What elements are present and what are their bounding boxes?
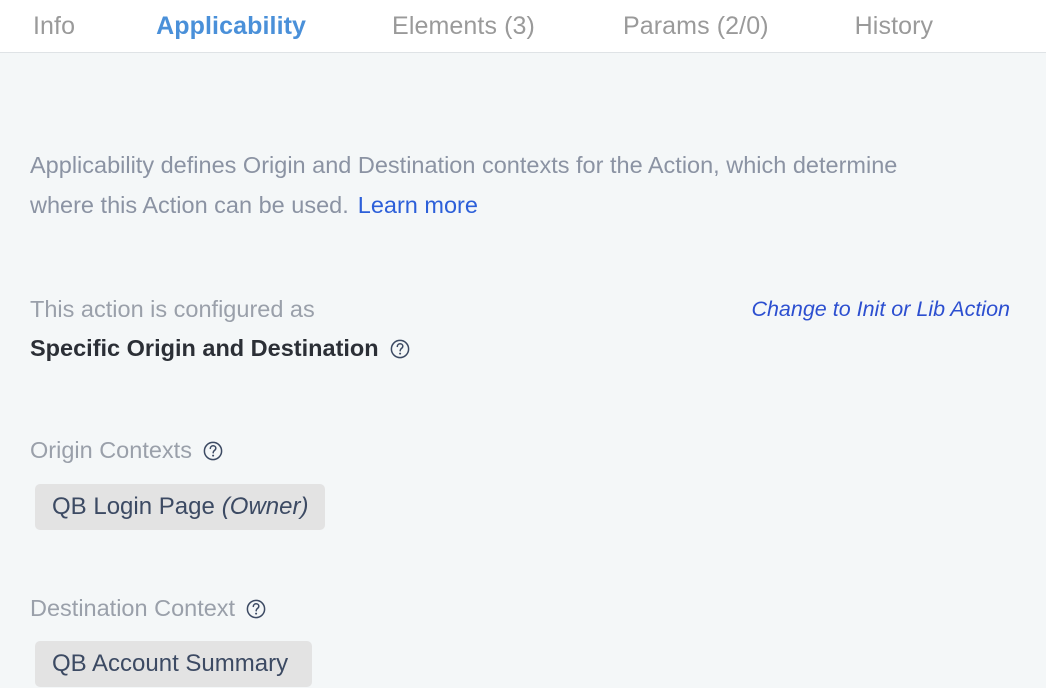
tab-history[interactable]: History [855, 14, 933, 39]
origin-contexts-header: Origin Contexts [30, 439, 223, 463]
tab-elements[interactable]: Elements (3) [392, 14, 535, 39]
origin-context-chip-qualifier: (Owner) [222, 493, 309, 521]
destination-context-chip[interactable]: QB Account Summary [35, 641, 312, 687]
configured-as-label: This action is configured as [30, 298, 315, 322]
help-circle-icon[interactable] [246, 599, 266, 619]
change-to-init-or-lib-action-link[interactable]: Change to Init or Lib Action [751, 299, 1010, 321]
configured-as-row: Specific Origin and Destination [30, 337, 410, 361]
origin-context-chip[interactable]: QB Login Page(Owner) [35, 484, 325, 530]
tab-info[interactable]: Info [33, 14, 75, 39]
help-circle-icon[interactable] [203, 441, 223, 461]
destination-context-chip-name: QB Account Summary [52, 650, 288, 678]
help-circle-icon[interactable] [390, 339, 410, 359]
origin-contexts-label: Origin Contexts [30, 439, 192, 463]
tab-params[interactable]: Params (2/0) [623, 14, 769, 39]
applicability-panel: Applicability defines Origin and Destina… [0, 53, 1046, 688]
configured-as-value: Specific Origin and Destination [30, 337, 379, 361]
tab-bar: Info Applicability Elements (3) Params (… [0, 0, 1046, 53]
tab-applicability[interactable]: Applicability [156, 14, 306, 39]
destination-context-header: Destination Context [30, 597, 266, 621]
destination-context-label: Destination Context [30, 597, 235, 621]
learn-more-link[interactable]: Learn more [358, 192, 478, 218]
applicability-description: Applicability defines Origin and Destina… [30, 145, 950, 225]
origin-context-chip-name: QB Login Page [52, 493, 215, 521]
